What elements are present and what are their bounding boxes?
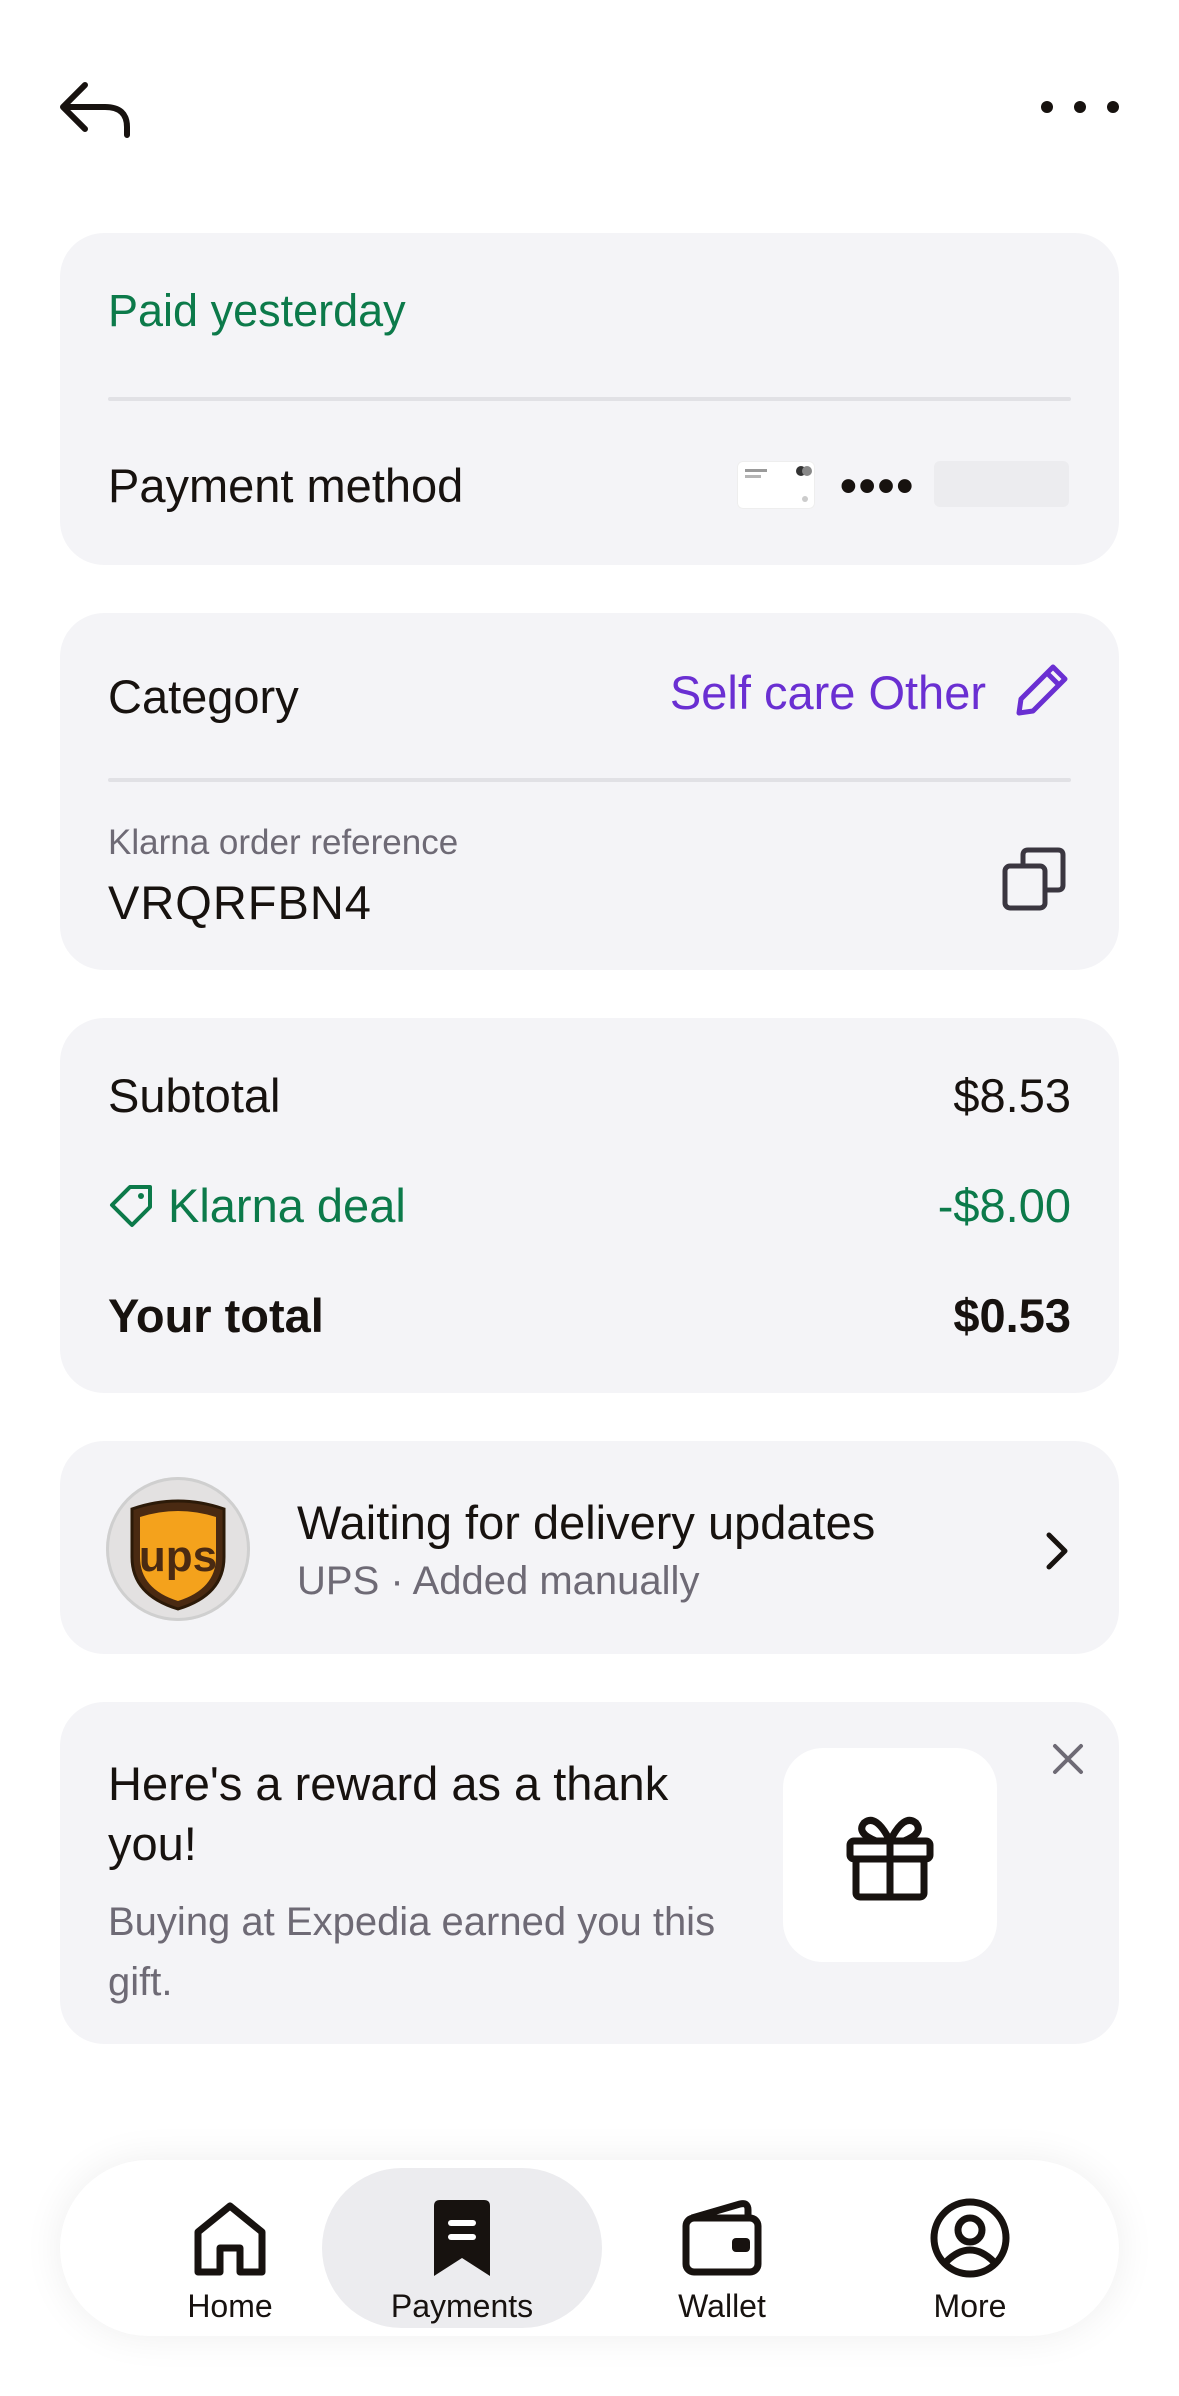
order-reference-label: Klarna order reference [108, 823, 459, 862]
gift-tile[interactable] [783, 1748, 997, 1962]
reward-subtitle: Buying at Expedia earned you this gift. [108, 1900, 716, 2004]
category-value[interactable]: Self care Other [670, 665, 986, 720]
card-thumbnail [737, 461, 815, 509]
order-details-card: Category Self care Other Klarna order re… [60, 613, 1119, 970]
copy-reference-button[interactable] [1001, 846, 1067, 912]
subtotal-value: $8.53 [953, 1069, 1071, 1122]
back-arrow-icon [60, 82, 130, 138]
total-label: Your total [108, 1289, 324, 1342]
reward-title: Here's a reward as a thank you! [108, 1757, 669, 1870]
delivery-chevron-button[interactable] [1039, 1527, 1075, 1575]
close-icon [1053, 1744, 1083, 1774]
profile-icon [930, 2198, 1010, 2278]
pencil-icon [1016, 664, 1068, 716]
nav-item-more[interactable]: More [830, 2168, 1110, 2328]
more-options-button[interactable] [1035, 90, 1125, 124]
payment-method-label: Payment method [108, 459, 464, 512]
edit-category-button[interactable] [1013, 661, 1071, 719]
divider [108, 397, 1071, 401]
receipt-icon [434, 2200, 490, 2276]
card-chip-icon [745, 466, 812, 502]
total-row: Your total $0.53 [108, 1288, 1071, 1343]
total-value: $0.53 [953, 1289, 1071, 1342]
back-button[interactable] [55, 75, 135, 145]
ellipsis-icon [1041, 101, 1119, 113]
ups-shield-icon: ups [130, 1499, 226, 1611]
bottom-navigation: Home Payments Wallet More [60, 2160, 1119, 2336]
copy-icon [1002, 847, 1066, 911]
deal-row: Klarna deal -$8.00 [108, 1178, 1071, 1233]
payment-status: Paid yesterday [108, 285, 406, 336]
top-bar [0, 0, 1179, 215]
ups-logo-text: ups [139, 1532, 217, 1581]
price-summary-card: Subtotal $8.53 Klarna deal -$8.00 Your t… [60, 1018, 1119, 1393]
wallet-icon [682, 2200, 762, 2276]
card-number-mask: •••• [840, 460, 916, 513]
deal-label: Klarna deal [168, 1179, 406, 1232]
delivery-title: Waiting for delivery updates [297, 1496, 876, 1549]
reward-card: Here's a reward as a thank you! Buying a… [60, 1702, 1119, 2044]
deal-value: -$8.00 [937, 1179, 1071, 1232]
delivery-card[interactable]: ups Waiting for delivery updates UPS · A… [60, 1441, 1119, 1654]
order-reference-value: VRQRFBN4 [108, 876, 372, 929]
nav-item-payments[interactable]: Payments [322, 2168, 602, 2328]
card-last-digits-redacted [934, 461, 1069, 507]
delivery-subtitle: UPS · Added manually [297, 1559, 700, 1603]
subtotal-row: Subtotal $8.53 [108, 1068, 1071, 1123]
deal-label-group: Klarna deal [108, 1178, 406, 1233]
chevron-right-icon [1046, 1532, 1068, 1570]
nav-label-more: More [933, 2288, 1007, 2324]
nav-item-wallet[interactable]: Wallet [582, 2168, 862, 2328]
gift-icon [846, 1816, 934, 1901]
nav-label-wallet: Wallet [678, 2288, 766, 2324]
ups-logo: ups [106, 1477, 250, 1621]
home-icon [194, 2202, 266, 2276]
payment-status-card: Paid yesterday Payment method •••• [60, 233, 1119, 565]
tag-icon [110, 1184, 152, 1227]
close-reward-button[interactable] [1047, 1738, 1089, 1780]
nav-label-payments: Payments [390, 2288, 534, 2324]
subtotal-label: Subtotal [108, 1069, 281, 1122]
divider [108, 778, 1071, 782]
